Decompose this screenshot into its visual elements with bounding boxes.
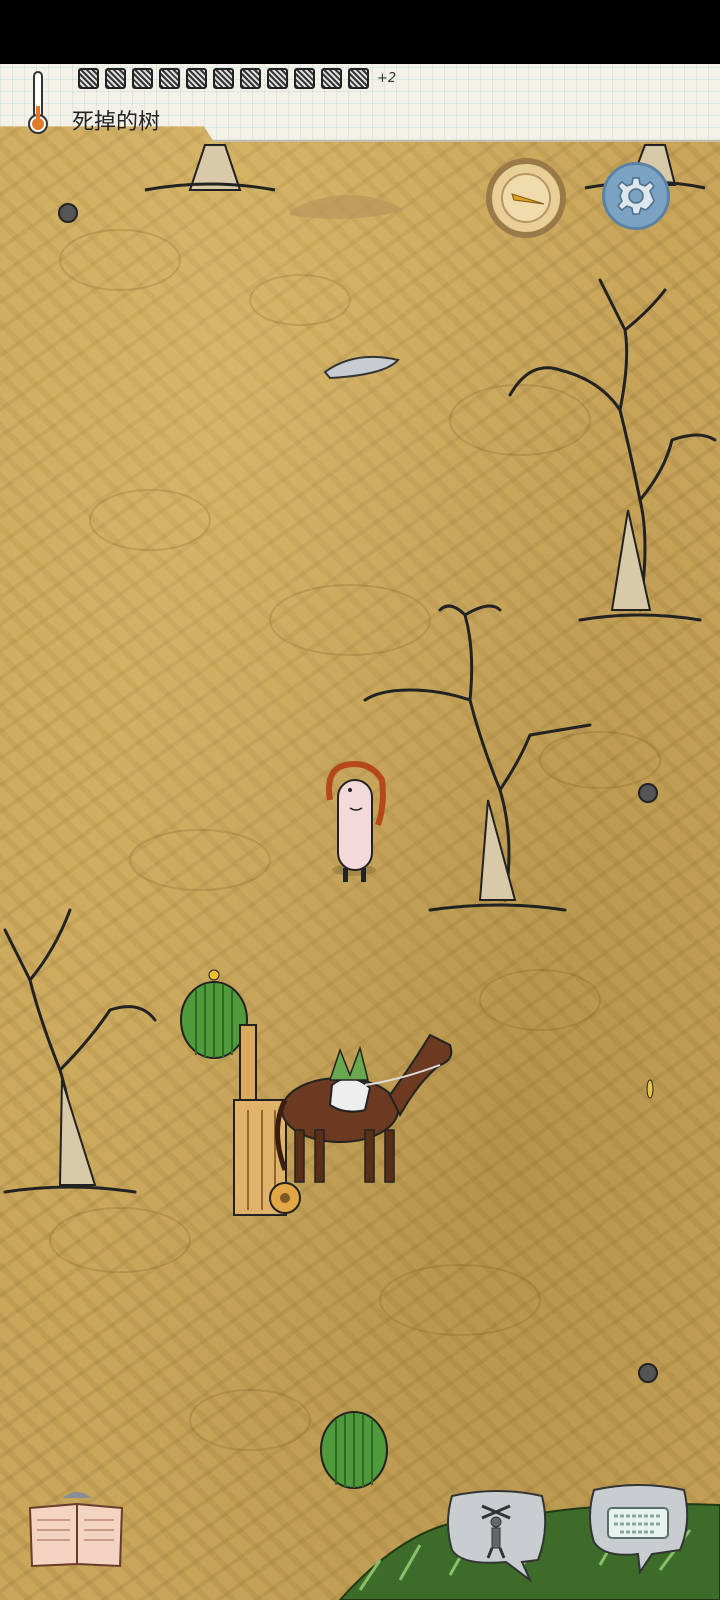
inventory-slot[interactable] <box>267 68 288 89</box>
flat-stone[interactable] <box>323 355 400 380</box>
dead-tree[interactable] <box>3 908 157 1194</box>
gear-icon <box>616 177 656 215</box>
player-character[interactable] <box>326 761 386 882</box>
inventory-slot[interactable] <box>159 68 180 89</box>
recipe-book-button[interactable] <box>22 1488 132 1568</box>
horse[interactable] <box>275 1033 453 1183</box>
inventory-slot[interactable] <box>348 68 369 89</box>
dead-tree[interactable] <box>508 278 717 622</box>
keyboard-icon <box>607 1507 669 1539</box>
inventory-slot[interactable] <box>294 68 315 89</box>
inventory-slot[interactable] <box>78 68 99 89</box>
settings-button[interactable] <box>602 162 670 230</box>
dirt-mound <box>290 195 405 219</box>
status-bar <box>0 0 720 64</box>
inventory-slot[interactable] <box>105 68 126 89</box>
barrel-cactus[interactable] <box>320 1411 388 1489</box>
hovered-object-name: 死掉的树 <box>72 110 161 135</box>
keyboard-button[interactable] <box>584 1482 694 1578</box>
dead-tree[interactable] <box>363 604 592 912</box>
inventory-more-count: +2 <box>377 71 397 86</box>
inventory-row: +2 <box>78 68 396 89</box>
small-rock[interactable] <box>638 783 658 803</box>
inventory-slot[interactable] <box>213 68 234 89</box>
dead-tree-stump[interactable] <box>144 144 276 192</box>
compass-icon <box>501 173 551 223</box>
inventory-slot[interactable] <box>132 68 153 89</box>
small-rock[interactable] <box>638 1363 658 1383</box>
thermometer-icon[interactable] <box>26 70 50 136</box>
inventory-slot[interactable] <box>186 68 207 89</box>
emote-button[interactable] <box>442 1488 552 1584</box>
compass-button[interactable] <box>486 158 566 238</box>
small-rock[interactable] <box>58 203 78 223</box>
seed-item[interactable] <box>646 1079 654 1099</box>
inventory-slot[interactable] <box>321 68 342 89</box>
game-world[interactable] <box>0 64 720 1600</box>
inventory-slot[interactable] <box>240 68 261 89</box>
barrel-cactus[interactable] <box>180 969 248 1059</box>
scene-layer <box>3 144 720 1600</box>
